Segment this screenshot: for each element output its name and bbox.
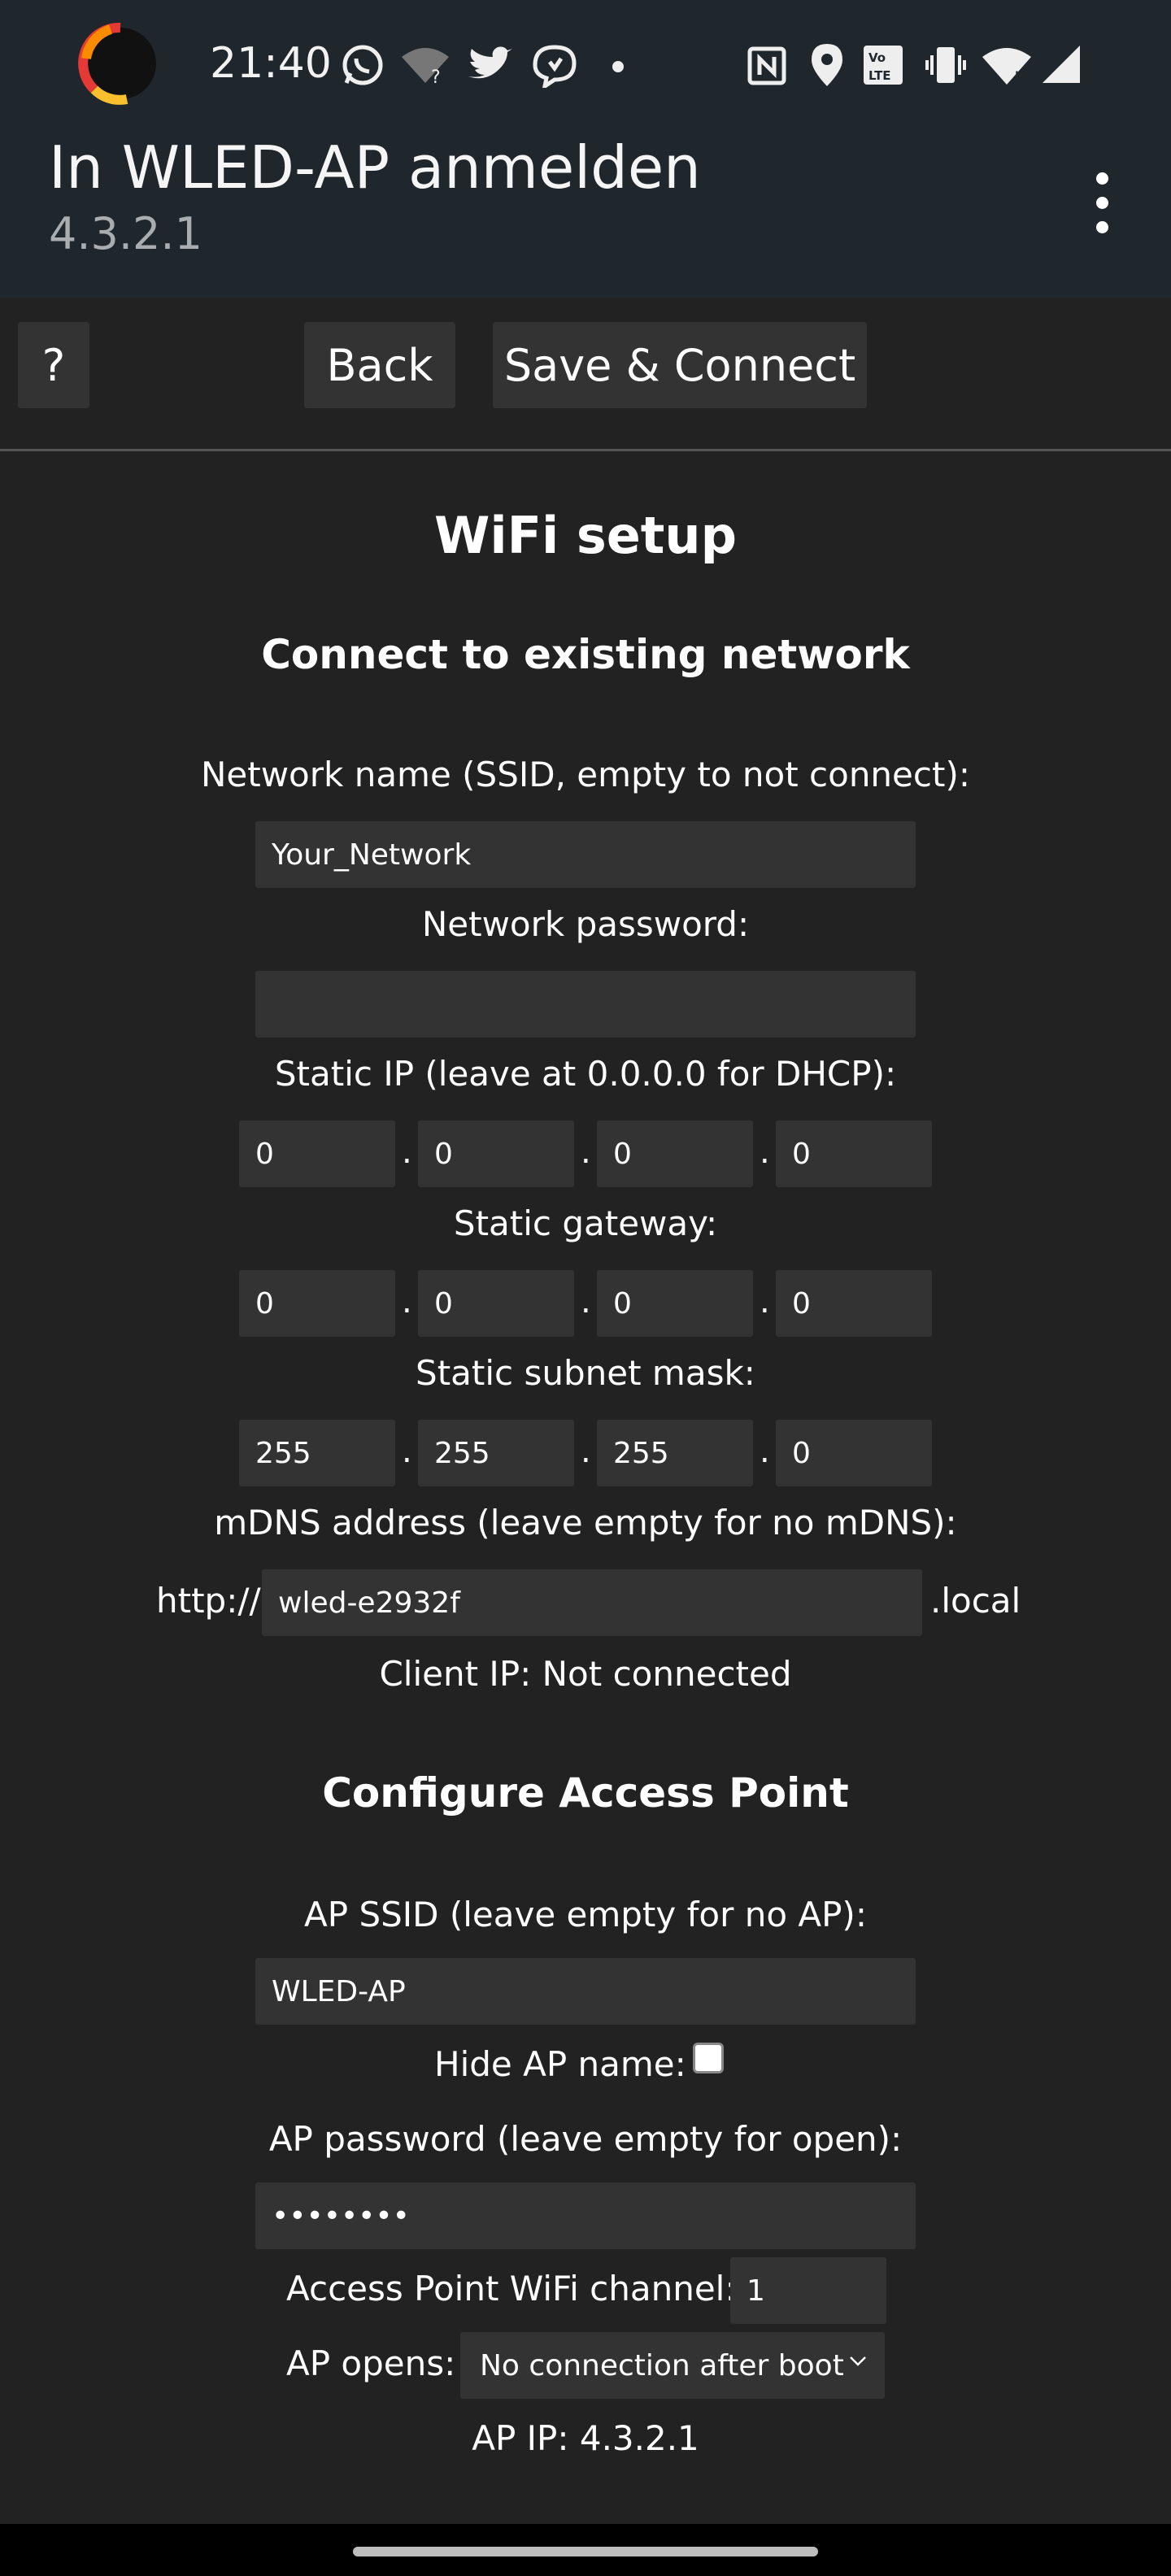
location-icon [812, 44, 842, 86]
chevron-down-icon [850, 2356, 866, 2366]
svg-text:!: ! [1013, 69, 1021, 86]
hide-ap-label: Hide AP name: [434, 2044, 686, 2084]
ip-separator: . [760, 1283, 770, 1321]
ap-password-label: AP password (leave empty for open): [268, 2119, 903, 2159]
ip-separator: . [581, 1134, 591, 1171]
ap-opens-select[interactable]: No connection after boot [460, 2332, 885, 2399]
password-label: Network password: [421, 904, 750, 944]
help-button[interactable]: ? [18, 322, 89, 408]
ap-ssid-label: AP SSID (leave empty for no AP): [304, 1895, 867, 1934]
ip-separator: . [760, 1134, 770, 1171]
static-ip-octet-1[interactable]: 0 [239, 1120, 395, 1187]
wifi-icon: ! [982, 48, 1031, 86]
static-ip-label: Static IP (leave at 0.0.0.0 for DHCP): [274, 1054, 897, 1094]
ssid-input[interactable]: Your_Network [255, 821, 916, 888]
status-time: 21:40 [210, 39, 332, 88]
ap-heading: Configure Access Point [322, 1769, 849, 1817]
hide-ap-checkbox[interactable] [693, 2043, 724, 2073]
ip-separator: . [581, 1283, 591, 1321]
ap-ip: AP IP: 4.3.2.1 [472, 2418, 699, 2458]
svg-text:?: ? [431, 67, 441, 85]
gateway-octet-2[interactable]: 0 [418, 1270, 574, 1337]
vibrate-icon [925, 47, 966, 83]
static-ip-octet-2[interactable]: 0 [418, 1120, 574, 1187]
back-button[interactable]: Back [304, 322, 455, 408]
svg-text:LTE: LTE [868, 68, 891, 83]
ssid-label: Network name (SSID, empty to not connect… [200, 755, 970, 794]
volte-icon: Vo LTE [864, 46, 903, 85]
subnet-label: Static subnet mask: [416, 1353, 755, 1393]
subnet-octet-1[interactable]: 255 [239, 1420, 395, 1486]
svg-text:Vo: Vo [868, 50, 886, 65]
nfc-icon [747, 46, 786, 85]
ip-separator: . [402, 1433, 412, 1470]
chat-bubble-icon [533, 45, 577, 88]
gesture-handle[interactable] [353, 2547, 818, 2556]
ip-separator: . [581, 1433, 591, 1470]
wifi-question-icon: ? [402, 48, 449, 85]
password-input[interactable] [255, 971, 916, 1038]
twitter-icon [468, 46, 512, 79]
ap-opens-label: AP opens: [286, 2343, 456, 2383]
ap-password-input[interactable]: •••••••• [255, 2182, 916, 2249]
toolbar: ? Back Save & Connect [0, 298, 1171, 451]
navigation-bar [0, 2524, 1171, 2576]
static-ip-octet-4[interactable]: 0 [776, 1120, 932, 1187]
ip-separator: . [760, 1433, 770, 1470]
ap-ssid-input[interactable]: WLED-AP [255, 1958, 916, 2025]
subnet-octet-2[interactable]: 255 [418, 1420, 574, 1486]
ip-separator: . [402, 1283, 412, 1321]
gateway-label: Static gateway: [453, 1203, 718, 1243]
network-heading: Connect to existing network [261, 631, 910, 678]
mdns-label: mDNS address (leave empty for no mDNS): [214, 1503, 957, 1543]
subnet-octet-4[interactable]: 0 [776, 1420, 932, 1486]
subnet-octet-3[interactable]: 255 [597, 1420, 753, 1486]
app-subtitle: 4.3.2.1 [49, 208, 202, 259]
save-connect-button[interactable]: Save & Connect [493, 322, 867, 408]
page-title: WiFi setup [434, 506, 737, 565]
client-ip: Client IP: Not connected [379, 1654, 792, 1694]
gateway-octet-3[interactable]: 0 [597, 1270, 753, 1337]
mdns-prefix: http:// [156, 1581, 261, 1621]
dot-icon [612, 61, 624, 72]
overflow-menu-icon[interactable] [1086, 171, 1119, 236]
ap-channel-label: Access Point WiFi channel: [286, 2269, 737, 2308]
ap-channel-input[interactable]: 1 [730, 2257, 886, 2324]
ap-opens-value: No connection after boot [480, 2348, 844, 2382]
static-ip-octet-3[interactable]: 0 [597, 1120, 753, 1187]
gateway-octet-4[interactable]: 0 [776, 1270, 932, 1337]
whatsapp-icon [342, 45, 383, 85]
mdns-suffix: .local [930, 1581, 1021, 1621]
status-bar: 21:40 ? Vo LTE ! [0, 0, 1171, 130]
signal-icon [1043, 46, 1080, 83]
mdns-input[interactable]: wled-e2932f [262, 1569, 922, 1636]
app-ring-icon [78, 22, 156, 105]
app-title: In WLED-AP anmelden [49, 133, 701, 202]
gateway-octet-1[interactable]: 0 [239, 1270, 395, 1337]
ip-separator: . [402, 1134, 412, 1171]
app-bar: In WLED-AP anmelden 4.3.2.1 [0, 130, 1171, 298]
